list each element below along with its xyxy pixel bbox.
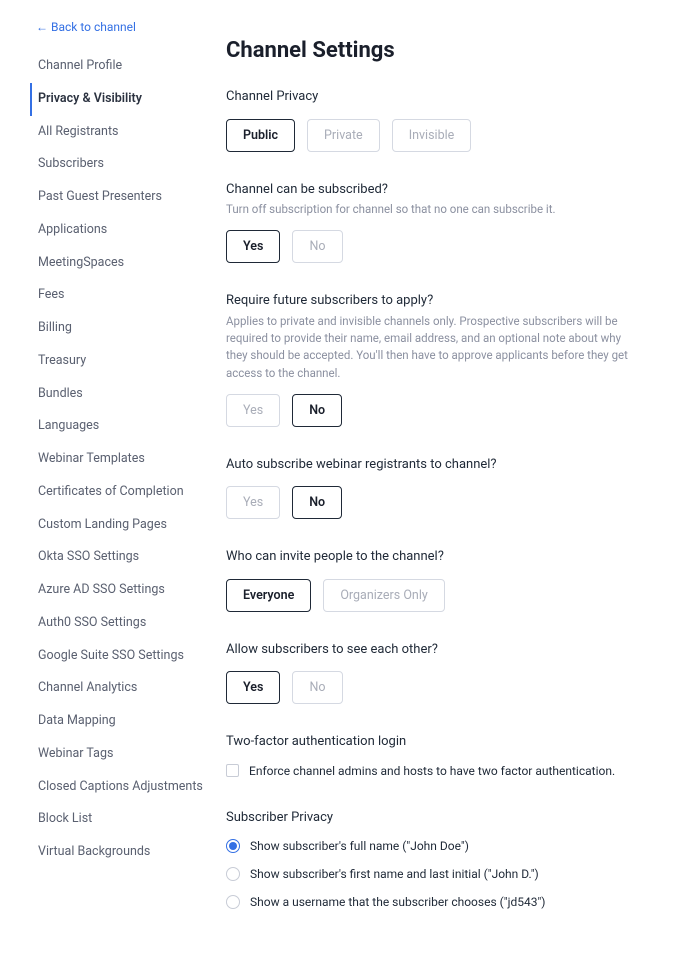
privacy-option-private[interactable]: Private	[307, 119, 380, 152]
heading-subscriber-privacy: Subscriber Privacy	[226, 808, 638, 828]
heading-apply: Require future subscribers to apply?	[226, 291, 638, 311]
autosub-option-yes[interactable]: Yes	[226, 486, 280, 519]
heading-twofa: Two-factor authentication login	[226, 732, 638, 752]
page-title: Channel Settings	[226, 34, 638, 67]
section-autosub: Auto subscribe webinar registrants to ch…	[226, 455, 638, 520]
options-subscriber-privacy: Show subscriber's full name ("John Doe")…	[226, 837, 638, 911]
options-apply: Yes No	[226, 394, 638, 427]
sidebar-item-custom-landing-pages[interactable]: Custom Landing Pages	[30, 509, 214, 542]
options-invite: Everyone Organizers Only	[226, 579, 638, 612]
twofa-checkbox[interactable]	[226, 764, 239, 777]
subscriber-privacy-radio-2[interactable]	[226, 895, 240, 909]
sidebar-item-channel-profile[interactable]: Channel Profile	[30, 50, 214, 83]
heading-see-each: Allow subscribers to see each other?	[226, 640, 638, 660]
sidebar-item-azure-ad-sso-settings[interactable]: Azure AD SSO Settings	[30, 574, 214, 607]
sidebar-item-closed-captions-adjustments[interactable]: Closed Captions Adjustments	[30, 771, 214, 804]
sidebar-item-data-mapping[interactable]: Data Mapping	[30, 705, 214, 738]
see-each-option-no[interactable]: No	[292, 671, 342, 704]
privacy-option-invisible[interactable]: Invisible	[392, 119, 472, 152]
section-twofa: Two-factor authentication login Enforce …	[226, 732, 638, 780]
sidebar-item-auth0-sso-settings[interactable]: Auth0 SSO Settings	[30, 607, 214, 640]
sidebar-nav: Channel ProfilePrivacy & VisibilityAll R…	[36, 50, 214, 869]
sidebar-item-virtual-backgrounds[interactable]: Virtual Backgrounds	[30, 836, 214, 869]
options-see-each: Yes No	[226, 671, 638, 704]
sidebar-item-certificates-of-completion[interactable]: Certificates of Completion	[30, 476, 214, 509]
twofa-checkbox-label: Enforce channel admins and hosts to have…	[249, 762, 615, 780]
heading-subscribe: Channel can be subscribed?	[226, 180, 638, 200]
section-apply: Require future subscribers to apply? App…	[226, 291, 638, 427]
options-subscribe: Yes No	[226, 230, 638, 263]
sidebar-item-okta-sso-settings[interactable]: Okta SSO Settings	[30, 541, 214, 574]
sidebar-item-privacy-visibility[interactable]: Privacy & Visibility	[30, 83, 214, 116]
desc-subscribe: Turn off subscription for channel so tha…	[226, 201, 638, 218]
sidebar-item-billing[interactable]: Billing	[30, 312, 214, 345]
section-see-each: Allow subscribers to see each other? Yes…	[226, 640, 638, 705]
main-content: Channel Settings Channel Privacy PublicP…	[222, 18, 638, 939]
heading-invite: Who can invite people to the channel?	[226, 547, 638, 567]
twofa-checkbox-row: Enforce channel admins and hosts to have…	[226, 762, 638, 780]
sidebar-item-subscribers[interactable]: Subscribers	[30, 148, 214, 181]
subscriber-privacy-label-0: Show subscriber's full name ("John Doe")	[250, 837, 469, 855]
apply-option-yes[interactable]: Yes	[226, 394, 280, 427]
subscriber-privacy-row-1: Show subscriber's first name and last in…	[226, 865, 638, 883]
subscriber-privacy-label-1: Show subscriber's first name and last in…	[250, 865, 539, 883]
sidebar-item-fees[interactable]: Fees	[30, 279, 214, 312]
sidebar: ← Back to channel Channel ProfilePrivacy…	[36, 18, 222, 939]
options-autosub: Yes No	[226, 486, 638, 519]
sidebar-item-webinar-templates[interactable]: Webinar Templates	[30, 443, 214, 476]
section-invite: Who can invite people to the channel? Ev…	[226, 547, 638, 612]
subscriber-privacy-radio-1[interactable]	[226, 867, 240, 881]
subscriber-privacy-row-0: Show subscriber's full name ("John Doe")	[226, 837, 638, 855]
section-subscriber-privacy: Subscriber Privacy Show subscriber's ful…	[226, 808, 638, 912]
options-channel-privacy: Public Private Invisible	[226, 119, 638, 152]
back-to-channel-link[interactable]: ← Back to channel	[36, 18, 214, 36]
apply-option-no[interactable]: No	[292, 394, 342, 427]
subscribe-option-yes[interactable]: Yes	[226, 230, 280, 263]
sidebar-item-applications[interactable]: Applications	[30, 214, 214, 247]
sidebar-item-languages[interactable]: Languages	[30, 410, 214, 443]
sidebar-item-block-list[interactable]: Block List	[30, 803, 214, 836]
sidebar-item-google-suite-sso-settings[interactable]: Google Suite SSO Settings	[30, 640, 214, 673]
section-channel-privacy: Channel Privacy Public Private Invisible	[226, 87, 638, 152]
sidebar-item-channel-analytics[interactable]: Channel Analytics	[30, 672, 214, 705]
subscriber-privacy-label-2: Show a username that the subscriber choo…	[250, 893, 545, 911]
sidebar-item-webinar-tags[interactable]: Webinar Tags	[30, 738, 214, 771]
sidebar-item-meetingspaces[interactable]: MeetingSpaces	[30, 247, 214, 280]
sidebar-item-all-registrants[interactable]: All Registrants	[30, 116, 214, 149]
invite-option-everyone[interactable]: Everyone	[226, 579, 311, 612]
subscribe-option-no[interactable]: No	[292, 230, 342, 263]
heading-autosub: Auto subscribe webinar registrants to ch…	[226, 455, 638, 475]
subscriber-privacy-radio-0[interactable]	[226, 839, 240, 853]
desc-apply: Applies to private and invisible channel…	[226, 313, 638, 382]
subscriber-privacy-row-2: Show a username that the subscriber choo…	[226, 893, 638, 911]
section-subscribe: Channel can be subscribed? Turn off subs…	[226, 180, 638, 264]
sidebar-item-bundles[interactable]: Bundles	[30, 378, 214, 411]
sidebar-item-past-guest-presenters[interactable]: Past Guest Presenters	[30, 181, 214, 214]
autosub-option-no[interactable]: No	[292, 486, 342, 519]
invite-option-organizers-only[interactable]: Organizers Only	[323, 579, 444, 612]
see-each-option-yes[interactable]: Yes	[226, 671, 280, 704]
privacy-option-public[interactable]: Public	[226, 119, 295, 152]
sidebar-item-treasury[interactable]: Treasury	[30, 345, 214, 378]
heading-channel-privacy: Channel Privacy	[226, 87, 638, 107]
